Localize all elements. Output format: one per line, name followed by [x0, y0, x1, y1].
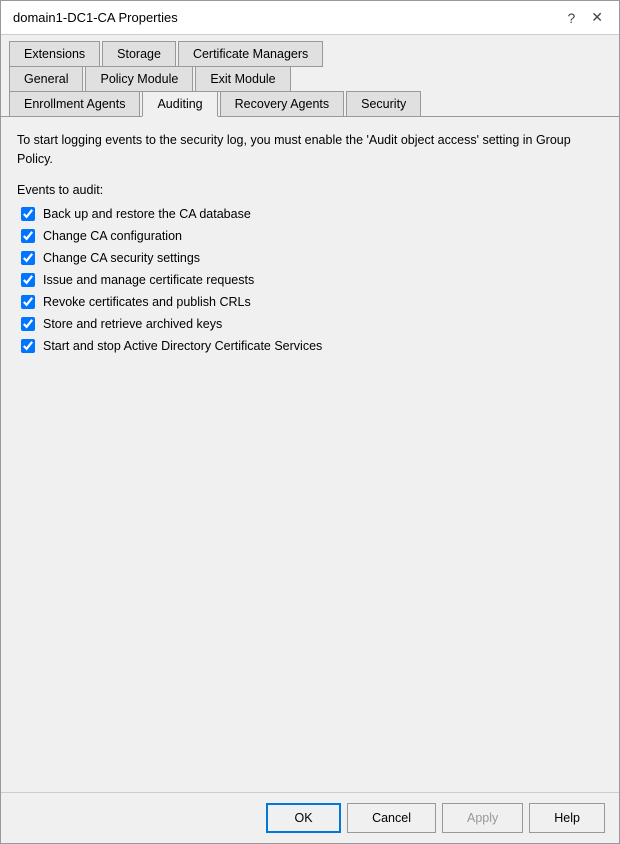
tab-general[interactable]: General — [9, 66, 83, 92]
checkbox-store-retrieve[interactable] — [21, 317, 35, 331]
checkbox-label-backup-restore[interactable]: Back up and restore the CA database — [43, 207, 251, 221]
checkbox-label-change-ca-config[interactable]: Change CA configuration — [43, 229, 182, 243]
bottom-bar: OK Cancel Apply Help — [1, 792, 619, 843]
title-bar: domain1-DC1-CA Properties ? ✕ — [1, 1, 619, 35]
checkbox-label-start-stop-adcs[interactable]: Start and stop Active Directory Certific… — [43, 339, 322, 353]
checkbox-issue-manage-certs[interactable] — [21, 273, 35, 287]
tab-storage[interactable]: Storage — [102, 41, 176, 67]
tab-row-2: General Policy Module Exit Module — [9, 66, 611, 91]
tab-enrollment-agents[interactable]: Enrollment Agents — [9, 91, 140, 117]
tabs-section: Extensions Storage Certificate Managers … — [1, 35, 619, 116]
close-button[interactable]: ✕ — [587, 9, 607, 26]
tab-recovery-agents[interactable]: Recovery Agents — [220, 91, 345, 117]
tab-extensions[interactable]: Extensions — [9, 41, 100, 67]
list-item: Revoke certificates and publish CRLs — [21, 295, 603, 309]
tab-row-1: Extensions Storage Certificate Managers — [9, 41, 611, 66]
list-item: Store and retrieve archived keys — [21, 317, 603, 331]
cancel-button[interactable]: Cancel — [347, 803, 436, 833]
checkbox-revoke-crls[interactable] — [21, 295, 35, 309]
info-text: To start logging events to the security … — [17, 131, 603, 169]
list-item: Change CA security settings — [21, 251, 603, 265]
tab-exit-module[interactable]: Exit Module — [195, 66, 290, 92]
title-controls: ? ✕ — [563, 9, 607, 26]
content-area: To start logging events to the security … — [1, 116, 619, 792]
list-item: Issue and manage certificate requests — [21, 273, 603, 287]
checkbox-label-store-retrieve[interactable]: Store and retrieve archived keys — [43, 317, 222, 331]
help-button[interactable]: ? — [563, 10, 579, 26]
tab-auditing[interactable]: Auditing — [142, 91, 217, 117]
dialog-window: domain1-DC1-CA Properties ? ✕ Extensions… — [0, 0, 620, 844]
tab-security[interactable]: Security — [346, 91, 421, 117]
list-item: Back up and restore the CA database — [21, 207, 603, 221]
ok-button[interactable]: OK — [266, 803, 341, 833]
checkbox-change-ca-security[interactable] — [21, 251, 35, 265]
tab-row-3: Enrollment Agents Auditing Recovery Agen… — [9, 91, 611, 116]
events-label: Events to audit: — [17, 183, 603, 197]
checkbox-change-ca-config[interactable] — [21, 229, 35, 243]
checkbox-backup-restore[interactable] — [21, 207, 35, 221]
window-title: domain1-DC1-CA Properties — [13, 10, 178, 25]
help-dialog-button[interactable]: Help — [529, 803, 605, 833]
list-item: Start and stop Active Directory Certific… — [21, 339, 603, 353]
tab-policy-module[interactable]: Policy Module — [85, 66, 193, 92]
checkbox-label-issue-manage-certs[interactable]: Issue and manage certificate requests — [43, 273, 254, 287]
checkbox-label-change-ca-security[interactable]: Change CA security settings — [43, 251, 200, 265]
checkbox-list: Back up and restore the CA database Chan… — [21, 207, 603, 353]
list-item: Change CA configuration — [21, 229, 603, 243]
apply-button[interactable]: Apply — [442, 803, 523, 833]
checkbox-label-revoke-crls[interactable]: Revoke certificates and publish CRLs — [43, 295, 251, 309]
checkbox-start-stop-adcs[interactable] — [21, 339, 35, 353]
tab-certificate-managers[interactable]: Certificate Managers — [178, 41, 323, 67]
